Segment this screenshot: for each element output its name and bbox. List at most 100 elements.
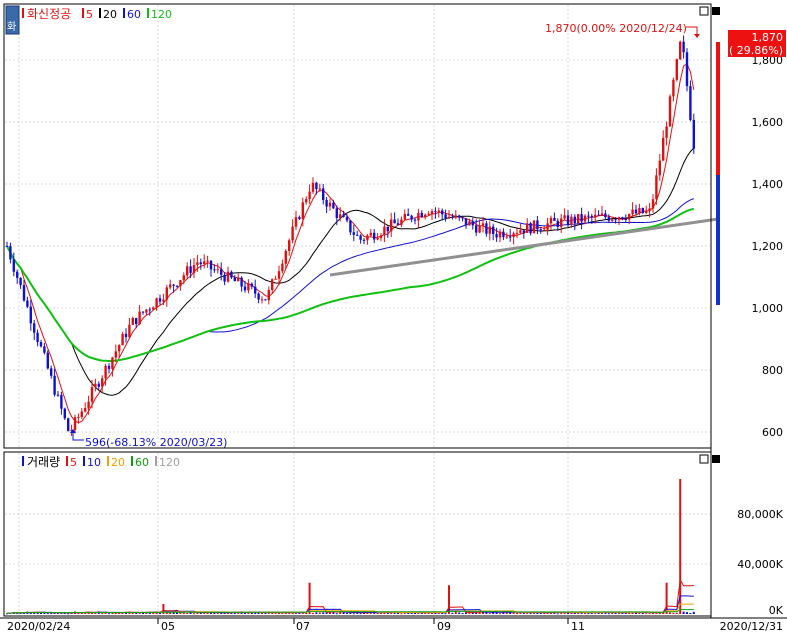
volume-bar (607, 613, 610, 615)
candle-body (665, 126, 668, 138)
candle-body (332, 202, 335, 209)
candle-body (19, 277, 22, 286)
candle-body (621, 217, 624, 219)
candle-body (420, 212, 423, 217)
candle-body (189, 266, 192, 273)
candle-body (522, 230, 525, 233)
candle-body (182, 275, 185, 281)
candle-body (485, 223, 488, 234)
candle-body (165, 287, 168, 300)
legend-label: 120 (151, 8, 172, 21)
candle-body (675, 59, 678, 80)
candle-body (400, 219, 403, 225)
volume-bar (94, 612, 97, 614)
candle-body (5, 246, 9, 247)
candle-body (458, 215, 461, 218)
candle-body (628, 214, 631, 220)
volume-bar (244, 612, 246, 614)
candle-body (410, 215, 413, 220)
candle-body (322, 188, 325, 201)
candle-body (634, 209, 638, 214)
candle-body (587, 215, 590, 217)
candle-body (192, 265, 196, 273)
panel-maximize-button[interactable] (699, 6, 709, 16)
candle-body (519, 230, 522, 233)
volume-bar (359, 613, 362, 615)
candle-body (441, 210, 444, 215)
volume-bar (159, 613, 161, 615)
candle-body (526, 223, 529, 233)
candle-body (39, 342, 43, 347)
candle-body (87, 401, 90, 409)
candle-body (577, 214, 580, 224)
legend-label: 5 (70, 456, 77, 469)
volume-bar (312, 612, 314, 614)
candle-body (213, 269, 216, 271)
volume-title: 거래량 (27, 455, 60, 469)
candle-body (645, 210, 648, 213)
candle-body (345, 216, 349, 221)
volume-close-button[interactable] (712, 455, 720, 463)
candle-body (277, 271, 281, 279)
candle-body (536, 220, 539, 230)
volume-bar (672, 612, 675, 614)
candle-body (318, 188, 321, 190)
candle-body (199, 262, 202, 265)
candle-body (393, 219, 396, 224)
candle-body (145, 309, 148, 313)
candle-body (655, 175, 658, 200)
candle-body (481, 223, 485, 226)
candle-body (349, 220, 352, 233)
legend-label: 10 (87, 456, 101, 469)
candle-body (356, 234, 359, 236)
volume-bar (451, 612, 454, 614)
candle-body (186, 266, 189, 276)
candle-body (600, 213, 604, 216)
candle-body (264, 299, 267, 301)
candle-body (308, 191, 311, 200)
legend-marker (107, 456, 109, 466)
candle-body (532, 220, 536, 234)
candle-body (359, 235, 362, 240)
candle-body (60, 394, 63, 409)
candle-body (454, 215, 457, 218)
candle-body (539, 229, 542, 231)
candle-body (131, 317, 134, 325)
candle-body (22, 285, 26, 301)
candle-body (447, 216, 451, 219)
volume-bar (526, 613, 529, 615)
candle-body (505, 236, 508, 238)
volume-bar (488, 613, 491, 615)
candle-body (543, 229, 546, 231)
volume-bar (444, 613, 447, 615)
candle-body (206, 260, 209, 262)
candle-body (325, 200, 328, 207)
volume-bar (346, 612, 348, 614)
candle-body (597, 214, 600, 216)
candle-body (570, 216, 573, 225)
volume-tick: 80,000K (737, 508, 783, 521)
candle-body (196, 262, 199, 266)
candle-body (651, 199, 655, 209)
candle-body (291, 226, 294, 241)
candle-body (114, 351, 117, 358)
legend-marker (83, 456, 85, 466)
volume-bar (91, 612, 93, 614)
candle-body (641, 207, 644, 213)
candle-body (298, 217, 301, 220)
volume-bar (682, 611, 685, 614)
volume-bar (679, 479, 682, 614)
candle-body (689, 86, 692, 120)
candle-body (417, 212, 420, 221)
candle-body (604, 213, 607, 218)
candle-body (94, 383, 97, 388)
candle-body (301, 202, 304, 220)
panel-close-button[interactable] (712, 7, 720, 15)
candle-body (172, 284, 175, 286)
volume-maximize-button[interactable] (699, 454, 709, 464)
legend-marker (66, 456, 68, 466)
candle-body (152, 307, 155, 310)
candle-body (135, 317, 138, 325)
candle-body (529, 223, 532, 234)
candle-body (250, 283, 253, 287)
